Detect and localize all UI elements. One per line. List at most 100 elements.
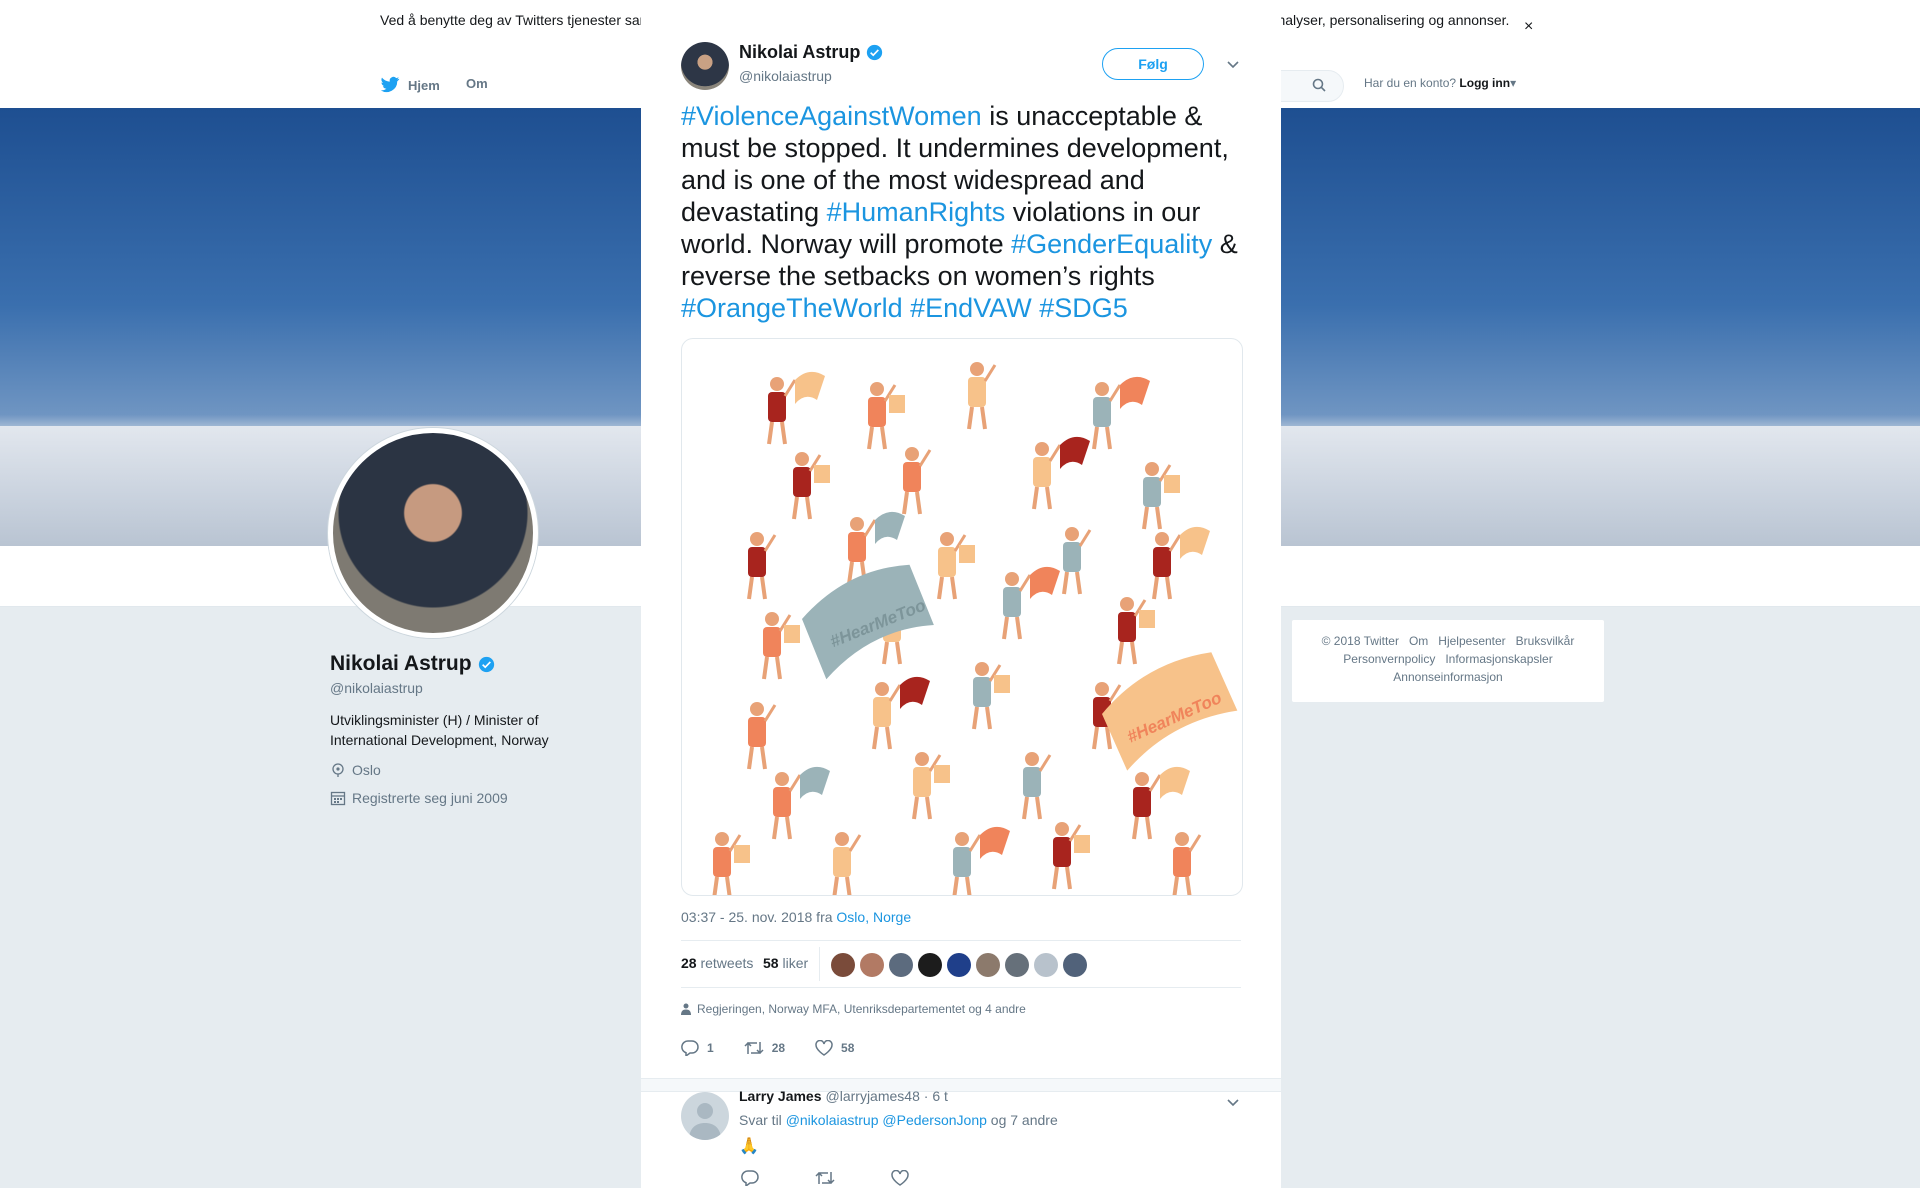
reply-others[interactable]: og 7 andre (991, 1112, 1058, 1128)
protester-figure (1117, 597, 1155, 665)
liker-avatar[interactable] (918, 953, 942, 977)
reply-mention-2[interactable]: @PedersonJonp (882, 1112, 987, 1128)
protester-figure (767, 371, 825, 445)
login-area[interactable]: Har du en konto? Logg inn▾ (1364, 76, 1516, 90)
nav-home-label: Hjem (408, 77, 440, 93)
profile-joined-text: Registrerte seg juni 2009 (352, 790, 508, 806)
nav-about-link[interactable]: Om (466, 76, 488, 91)
protester-figure (967, 362, 997, 430)
retweets-stat[interactable]: 28 retweets (681, 955, 753, 971)
profile-handle: @nikolaiastrup (330, 680, 423, 696)
author-name[interactable]: Nikolai Astrup (739, 42, 883, 63)
liker-avatar[interactable] (947, 953, 971, 977)
liker-avatar[interactable] (1005, 953, 1029, 977)
author-handle[interactable]: @nikolaiastrup (739, 68, 832, 84)
footer-links: © 2018 Twitter Om Hjelpesenter Bruksvilkår … (1292, 620, 1604, 702)
profile-location-text: Oslo (352, 762, 381, 778)
hashtag-link[interactable]: #HumanRights (827, 197, 1006, 227)
likes-stat[interactable]: 58 liker (763, 955, 808, 971)
tweet-stats: 28 retweets 58 liker (681, 940, 1241, 988)
more-options-chevron-icon[interactable] (1227, 56, 1239, 74)
hashtag-link[interactable]: #ViolenceAgainstWomen (681, 101, 982, 131)
nav-home-link[interactable]: Hjem (380, 76, 440, 94)
retweets-count: 28 (681, 955, 697, 971)
protester-figure (747, 532, 777, 600)
protester-figure (1092, 376, 1150, 450)
like-button[interactable]: 58 (815, 1040, 854, 1056)
tweet-text-segment (903, 293, 911, 323)
person-icon (681, 1003, 691, 1015)
hearmetoo-banner-left: #HearMeToo (802, 564, 934, 680)
reply-author-avatar[interactable] (681, 1092, 729, 1140)
search-icon[interactable] (1312, 78, 1326, 97)
protester-figure (1052, 822, 1090, 890)
reply-icon[interactable] (741, 1170, 759, 1186)
protester-figure (792, 452, 830, 520)
retweet-button[interactable]: 28 (744, 1040, 785, 1056)
heart-icon[interactable] (891, 1170, 909, 1186)
protester-figure (1132, 766, 1190, 840)
protester-figure (952, 826, 1010, 895)
footer-link-terms[interactable]: Bruksvilkår (1516, 634, 1575, 648)
protester-figure (1172, 832, 1202, 895)
reply-mention-1[interactable]: @nikolaiastrup (786, 1112, 879, 1128)
reply-button[interactable]: 1 (681, 1040, 714, 1056)
tweet-place-link[interactable]: Oslo, Norge (836, 909, 911, 925)
default-avatar-icon (689, 1103, 721, 1140)
author-avatar[interactable] (681, 42, 729, 90)
footer-link-privacy[interactable]: Personvernpolicy (1343, 652, 1435, 666)
liked-by-text: Regjeringen, Norway MFA, Utenriksdeparte… (697, 1002, 1026, 1016)
reply-more-chevron-icon[interactable] (1227, 1094, 1239, 1112)
login-link[interactable]: Logg inn (1459, 76, 1510, 90)
liker-avatar[interactable] (1063, 953, 1087, 977)
cookie-close-button[interactable]: × (1524, 18, 1533, 36)
likes-count: 58 (763, 955, 779, 971)
liker-avatar[interactable] (1034, 953, 1058, 977)
liker-avatar[interactable] (860, 953, 884, 977)
protester-figure (1062, 527, 1092, 595)
retweets-label: retweets (700, 955, 754, 971)
close-overlay-icon[interactable]: × (1874, 10, 1892, 44)
reply-header: Larry James @larryjames48 · 6 t (739, 1088, 948, 1104)
liked-by-line[interactable]: Regjeringen, Norway MFA, Utenriksdeparte… (681, 1002, 1026, 1016)
follow-button[interactable]: Følg (1102, 48, 1204, 80)
heart-icon (815, 1040, 833, 1056)
tweet-timestamp: 03:37 - 25. nov. 2018 fra Oslo, Norge (681, 909, 911, 925)
footer-link-help[interactable]: Hjelpesenter (1438, 634, 1505, 648)
tweet-text: #ViolenceAgainstWomen is unacceptable & … (681, 100, 1246, 324)
reply-author-name[interactable]: Larry James (739, 1088, 822, 1104)
profile-name-text: Nikolai Astrup (330, 652, 472, 675)
liker-avatar[interactable] (889, 953, 913, 977)
hashtag-link[interactable]: #GenderEquality (1011, 229, 1212, 259)
footer-link-ads-info[interactable]: Annonseinformasjon (1393, 670, 1502, 684)
location-pin-icon (332, 763, 344, 777)
hashtag-link[interactable]: #SDG5 (1039, 293, 1128, 323)
liker-avatar[interactable] (976, 953, 1000, 977)
hashtag-link[interactable]: #EndVAW (910, 293, 1032, 323)
reply-author-handle[interactable]: @larryjames48 (826, 1088, 920, 1104)
protester-figure (902, 447, 932, 515)
reply-count: 1 (707, 1041, 714, 1055)
protester-figure (1022, 752, 1052, 820)
retweet-icon[interactable] (815, 1170, 835, 1186)
profile-avatar[interactable] (328, 428, 538, 638)
protester-figure (1152, 526, 1210, 600)
tweet-media-image[interactable]: #HearMeToo #HearMeToo (681, 338, 1243, 896)
protester-figure (772, 766, 830, 840)
reply-time[interactable]: · 6 t (924, 1088, 948, 1104)
twitter-bird-icon (380, 76, 400, 93)
reply-to-line: Svar til @nikolaiastrup @PedersonJonp og… (739, 1112, 1058, 1128)
protester-figure (832, 832, 862, 895)
footer-copyright: © 2018 Twitter (1321, 634, 1399, 648)
footer-link-cookies[interactable]: Informasjonskapsler (1445, 652, 1552, 666)
hashtag-link[interactable]: #OrangeTheWorld (681, 293, 903, 323)
verified-badge-icon (867, 44, 883, 61)
reply-icon (681, 1040, 699, 1056)
reply-to-label: Svar til (739, 1112, 782, 1128)
replies-separator (641, 1078, 1281, 1092)
profile-location: Oslo (330, 762, 381, 778)
liker-avatar[interactable] (831, 953, 855, 977)
footer-link-about[interactable]: Om (1409, 634, 1428, 648)
stats-divider (819, 947, 820, 981)
author-name-text: Nikolai Astrup (739, 42, 861, 62)
